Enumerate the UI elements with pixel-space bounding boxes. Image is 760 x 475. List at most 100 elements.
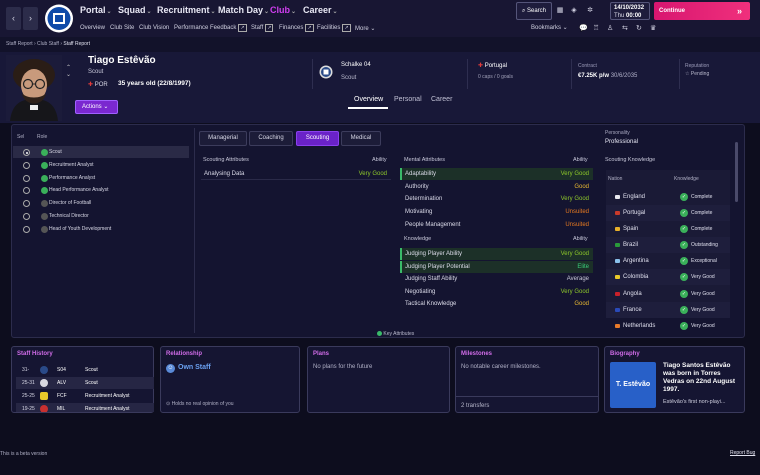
attribute-row: Judging Player Ability Very Good: [400, 248, 593, 260]
trophy-icon[interactable]: ♛: [650, 24, 656, 32]
mental-attributes-header: Mental Attributes: [404, 157, 445, 163]
continue-button[interactable]: Continue»: [654, 2, 750, 20]
ability-header: Ability: [573, 236, 588, 242]
chevron-up-icon[interactable]: ⌃: [66, 65, 71, 72]
tab-coaching[interactable]: Coaching: [249, 131, 293, 146]
nation-column-header: Nation: [608, 176, 623, 182]
role-radio[interactable]: [23, 200, 30, 207]
chevron-down-icon[interactable]: ⌄: [66, 72, 71, 79]
knowledge-row: Portugal ✓ Complete: [606, 205, 730, 221]
external-link-icon: ↗: [342, 24, 351, 32]
milestones-text: No notable career milestones.: [461, 364, 541, 370]
staff-history-card: Staff History 31- S04 Scout 25-31 ALV Scout …: [11, 346, 154, 413]
staff-age: 35 years old (22/8/1997): [118, 80, 191, 87]
history-row[interactable]: 25-31 ALV Scout: [16, 377, 154, 389]
role-radio[interactable]: [23, 175, 30, 182]
subnav-more[interactable]: More ⌄: [355, 25, 375, 32]
nav-match-day[interactable]: Match Day⌄: [218, 5, 269, 15]
role-row-scout[interactable]: Scout: [13, 146, 189, 158]
role-row-performance-analyst[interactable]: Performance Analyst: [13, 172, 189, 184]
report-bug-link[interactable]: Report Bug: [730, 450, 755, 456]
key-attributes-legend: Key Attributes: [377, 331, 414, 337]
plans-text: No plans for the future: [313, 364, 373, 370]
tab-managerial[interactable]: Managerial: [199, 131, 247, 146]
role-row-recruitment-analyst[interactable]: Recruitment Analyst: [13, 159, 189, 171]
nav-portal[interactable]: Portal⌄: [80, 5, 112, 15]
transfer-icon[interactable]: ⇆: [622, 24, 628, 32]
subnav-staff[interactable]: Staff ↗: [251, 24, 274, 32]
circle-icon: [41, 213, 48, 220]
tab-scouting[interactable]: Scouting: [296, 131, 339, 146]
role-radio[interactable]: [23, 226, 30, 233]
knowledge-header: Knowledge: [404, 236, 432, 242]
nav-club[interactable]: Club⌄: [270, 5, 296, 15]
breadcrumb: Staff Report › Club Staff › Staff Report: [0, 37, 760, 52]
role-row-head-of-youth-development[interactable]: Head of Youth Development: [13, 223, 189, 235]
subnav-finances[interactable]: Finances ↗: [279, 24, 314, 32]
club-crest-icon: [40, 366, 48, 374]
search-button[interactable]: ⌕ Search: [516, 2, 552, 20]
history-row[interactable]: 19-25 MIL Recruitment Analyst: [16, 403, 154, 412]
panel-divider: [194, 128, 195, 333]
relationship-card: Relationship ☺ Own Staff ⊙ Holds no real…: [160, 346, 300, 413]
flag-icon: [615, 275, 620, 279]
chevron-down-icon: ⌄: [332, 9, 338, 15]
back-button[interactable]: ‹: [6, 7, 21, 30]
role-radio[interactable]: [23, 162, 30, 169]
club-crest-icon[interactable]: [44, 3, 74, 34]
subnav-performance-feedback[interactable]: Performance Feedback ↗: [174, 24, 247, 32]
refresh-icon[interactable]: ↻: [636, 24, 642, 32]
tab-career[interactable]: Career: [431, 96, 452, 103]
bookmarks-button[interactable]: Bookmarks ⌄: [531, 24, 568, 31]
transfers-count[interactable]: 2 transfers: [461, 403, 489, 409]
breadcrumb-item[interactable]: Club Staff: [37, 41, 59, 47]
gear-icon[interactable]: ✲: [583, 2, 597, 20]
subnav-club-vision[interactable]: Club Vision: [139, 25, 169, 31]
chevron-down-icon: ⌄: [561, 25, 568, 31]
subnav-club-site[interactable]: Club Site: [110, 25, 134, 31]
personality-value: Professional: [605, 139, 639, 145]
club-crest-icon: [40, 379, 48, 387]
attribute-row: Analysing Data Very Good: [201, 168, 391, 180]
role-row-technical-director[interactable]: Technical Director: [13, 210, 189, 222]
calendar-icon[interactable]: ▦: [553, 2, 567, 20]
history-row[interactable]: 25-25 FCF Recruitment Analyst: [16, 390, 154, 402]
check-icon: ✓: [680, 257, 688, 265]
tab-medical[interactable]: Medical: [341, 131, 381, 146]
subnav-overview[interactable]: Overview: [80, 25, 105, 31]
inbox-icon[interactable]: ◈: [567, 2, 581, 20]
history-row[interactable]: 31- S04 Scout: [16, 364, 154, 376]
club-crest-icon[interactable]: [319, 65, 333, 79]
forward-button[interactable]: ›: [23, 7, 38, 30]
attribute-row: Adaptability Very Good: [400, 168, 593, 180]
chevron-down-icon: ⌄: [101, 104, 109, 110]
knowledge-column-header: Knowledge: [674, 176, 699, 182]
nationality-badge: ✚ POR: [88, 82, 108, 88]
shirt-icon[interactable]: ♖: [593, 24, 599, 32]
chat-icon[interactable]: 💬: [579, 24, 588, 32]
nav-recruitment[interactable]: Recruitment⌄: [157, 5, 216, 15]
actions-button[interactable]: Actions ⌄: [75, 100, 118, 114]
breadcrumb-item: Staff Report: [63, 41, 90, 47]
breadcrumb-item[interactable]: Staff Report: [6, 41, 33, 47]
club-name[interactable]: Schalke 04: [341, 62, 371, 68]
chevron-down-icon: ⌄: [210, 9, 216, 15]
tab-overview[interactable]: Overview: [354, 96, 383, 103]
nation-name[interactable]: ✚ Portugal: [478, 62, 507, 69]
nav-squad[interactable]: Squad⌄: [118, 5, 152, 15]
scrollbar[interactable]: [735, 142, 738, 202]
attribute-row: Judging Staff Ability Average: [405, 276, 589, 282]
biography-more: Estêvão's first non-playi...: [663, 399, 726, 405]
attribute-row: Authority Good: [405, 184, 589, 190]
role-row-director-of-football[interactable]: Director of Football: [13, 197, 189, 209]
plans-card: Plans No plans for the future: [307, 346, 450, 413]
subnav-facilities[interactable]: Facilities ↗: [317, 24, 351, 32]
role-row-head-performance-analyst[interactable]: Head Performance Analyst: [13, 184, 189, 196]
nav-career[interactable]: Career⌄: [303, 5, 338, 15]
person-icon[interactable]: ♙: [607, 24, 613, 32]
role-radio[interactable]: [23, 213, 30, 220]
knowledge-row: Angola ✓ Very Good: [606, 286, 730, 302]
role-radio[interactable]: [23, 187, 30, 194]
role-radio[interactable]: [23, 149, 30, 156]
tab-personal[interactable]: Personal: [394, 96, 422, 103]
